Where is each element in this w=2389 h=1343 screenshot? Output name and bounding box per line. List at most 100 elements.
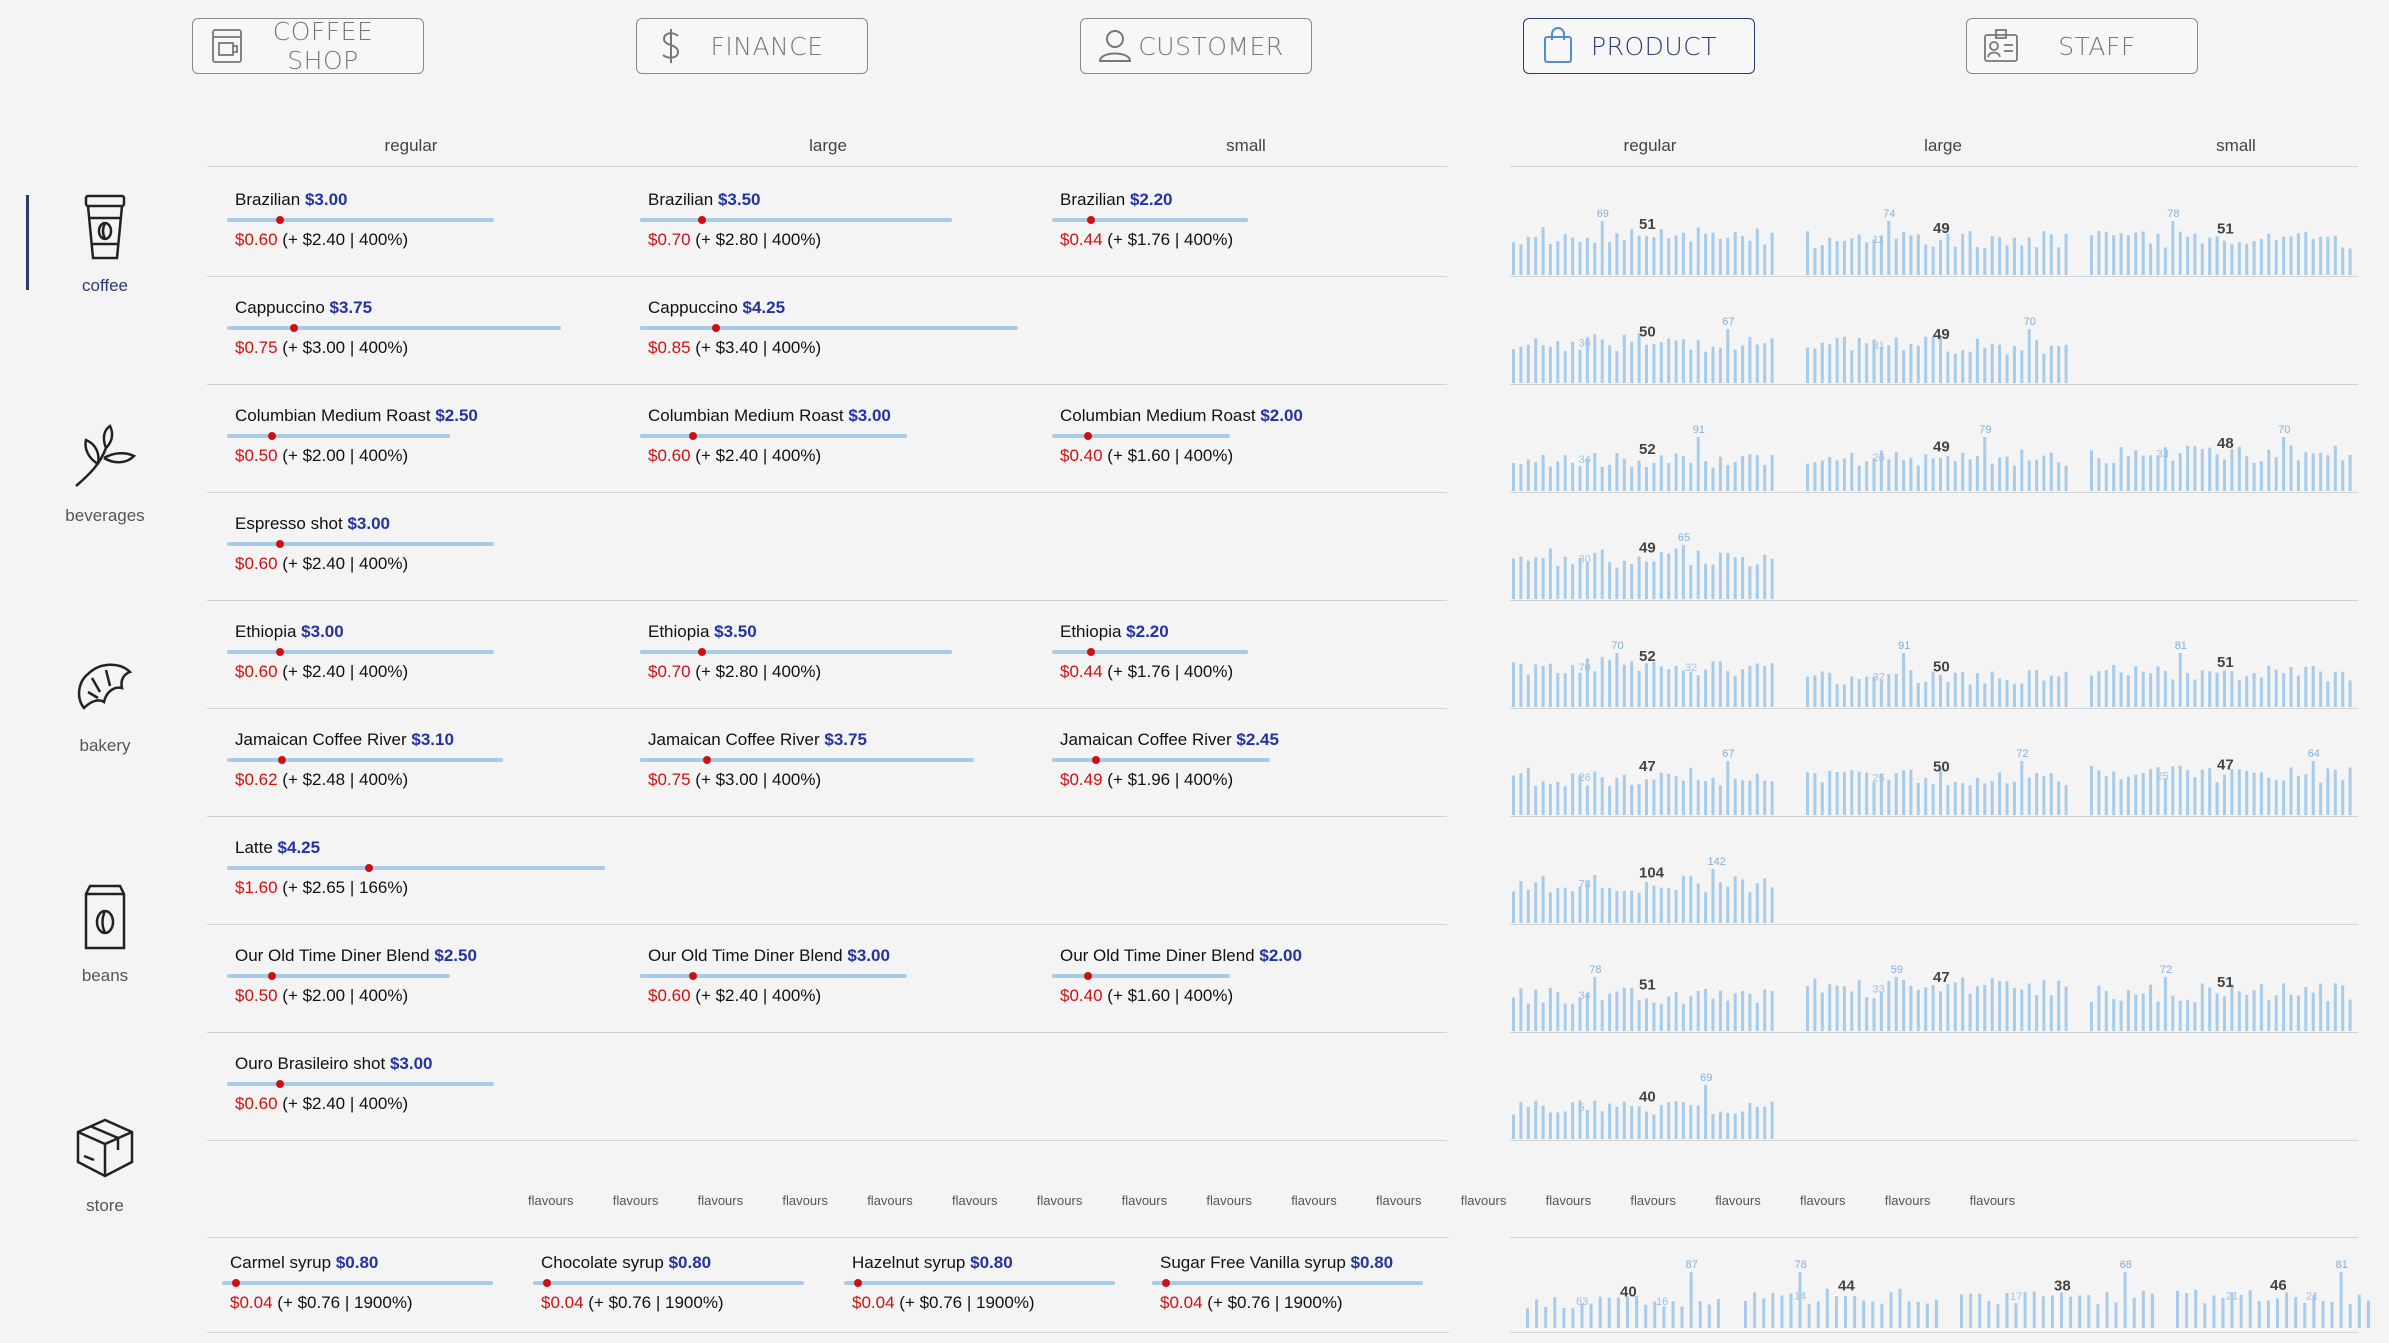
sidebar-item-coffee[interactable]: coffee	[50, 190, 160, 296]
product-cell[interactable]: Brazilian $2.20 $0.44 (+ $1.76 | 400%)	[1052, 190, 1440, 260]
product-cell[interactable]: Ethiopia $2.20 $0.44 (+ $1.76 | 400%)	[1052, 622, 1440, 692]
product-cell[interactable]: Ouro Brasileiro shot $3.00 $0.60 (+ $2.40…	[227, 1054, 615, 1124]
row-divider	[207, 1032, 1447, 1033]
product-margin: (+ $0.76 | 1900%)	[899, 1293, 1035, 1312]
sidebar-item-beans[interactable]: beans	[50, 880, 160, 986]
sparkline-bar	[1946, 785, 1950, 815]
sparkline-bar	[1711, 869, 1715, 923]
product-cell[interactable]: Jamaican Coffee River $2.45 $0.49 (+ $1.9…	[1052, 730, 1440, 800]
product-cell[interactable]: Cappuccino $3.75 $0.75 (+ $3.00 | 400%)	[227, 298, 615, 368]
sparkline-bar	[2042, 353, 2046, 383]
sparkline-bar	[1534, 338, 1538, 383]
product-cell[interactable]: Espresso shot $3.00 $0.60 (+ $2.40 | 400%…	[227, 514, 615, 584]
product-cost: $0.04	[230, 1293, 273, 1312]
product-cell[interactable]: Columbian Medium Roast $2.00 $0.40 (+ $1.…	[1052, 406, 1440, 476]
product-cell[interactable]: Columbian Medium Roast $2.50 $0.50 (+ $2.…	[227, 406, 615, 476]
sparkline-bar	[2134, 666, 2138, 707]
coffee-machine-icon	[207, 24, 247, 68]
nav-finance-button[interactable]: FINANCE	[636, 18, 868, 74]
sparkline-bar	[1907, 1301, 1911, 1328]
sparkline-bar	[1946, 455, 1950, 491]
sparkline-bar	[1541, 1105, 1545, 1139]
sparkline-bar	[2032, 1291, 2036, 1328]
product-cell[interactable]: Columbian Medium Roast $3.00 $0.60 (+ $2.…	[640, 406, 1028, 476]
sparkline-bar	[1544, 1306, 1548, 1328]
sparkline-bar	[1556, 1112, 1560, 1139]
product-cell[interactable]: Brazilian $3.50 $0.70 (+ $2.80 | 400%)	[640, 190, 1028, 260]
sparkline-bar	[1931, 336, 1935, 383]
sparkline-bar	[1961, 783, 1965, 815]
product-cell[interactable]: Sugar Free Vanilla syrup $0.80 $0.04 (+ $…	[1152, 1253, 1540, 1323]
cost-marker	[276, 216, 285, 224]
sparkline-bar	[2049, 995, 2053, 1031]
sparkline-bar	[1571, 341, 1575, 383]
sparkline-bar	[2035, 247, 2039, 275]
product-price: $3.75	[329, 298, 373, 317]
sparkline-bar	[2171, 766, 2175, 815]
sparkline-bar	[1696, 227, 1700, 275]
sparkline-bar	[1828, 344, 1832, 383]
sparkline-bar	[2296, 460, 2300, 491]
margin-line: $0.60 (+ $2.40 | 400%)	[235, 1094, 408, 1114]
product-cell[interactable]: Brazilian $3.00 $0.60 (+ $2.40 | 400%)	[227, 190, 615, 260]
sparkline-bar	[2163, 247, 2167, 275]
product-label: Ethiopia	[235, 622, 297, 641]
nav-label: CUSTOMER	[1138, 31, 1284, 61]
product-margin: (+ $2.40 | 400%)	[282, 1094, 409, 1113]
sparkline-bar	[1975, 986, 1979, 1031]
sparkline-bar	[2012, 237, 2016, 275]
sparkline-bar	[1872, 998, 1876, 1031]
sparkline-bar	[2171, 221, 2175, 275]
sidebar-item-store[interactable]: store	[50, 1110, 160, 1216]
sparkline-bar	[1667, 996, 1671, 1031]
sparkline-avg-label: 51	[1639, 216, 1656, 233]
nav-staff-button[interactable]: STAFF	[1966, 18, 2198, 74]
product-name: Our Old Time Diner Blend $2.00	[1060, 946, 1302, 966]
sparkline-bar	[2252, 990, 2256, 1031]
sparkline-bar	[1828, 770, 1832, 815]
sparkline-bar	[2248, 1290, 2252, 1328]
product-margin: (+ $2.40 | 400%)	[282, 662, 409, 681]
sparkline-avg-label: 51	[2217, 974, 2234, 991]
product-cell[interactable]: Jamaican Coffee River $3.10 $0.62 (+ $2.4…	[227, 730, 615, 800]
product-price: $2.20	[1129, 190, 1173, 209]
sparkline-bar	[2304, 774, 2308, 815]
sparkline-bar	[1842, 684, 1846, 707]
sparkline-bar	[1939, 240, 1942, 275]
sparkline-bar	[2326, 455, 2330, 491]
chart-row-divider	[1510, 924, 2358, 925]
sparkline-bar	[1741, 345, 1745, 383]
sparkline-bar	[1652, 237, 1656, 275]
sparkline-bar	[1871, 1301, 1875, 1328]
nav-customer-button[interactable]: CUSTOMER	[1080, 18, 1312, 74]
product-price: $4.25	[277, 838, 321, 857]
sparkline-bar	[1902, 350, 1906, 383]
sparkline-bar	[1593, 452, 1597, 491]
sparkline-bar	[1681, 670, 1685, 707]
product-cell[interactable]: Ethiopia $3.00 $0.60 (+ $2.40 | 400%)	[227, 622, 615, 692]
sparkline-bar	[2200, 983, 2204, 1031]
price-bar	[227, 974, 450, 978]
product-cost: $0.70	[648, 230, 691, 249]
product-margin: (+ $2.40 | 400%)	[695, 446, 822, 465]
product-cell[interactable]: Our Old Time Diner Blend $2.00 $0.40 (+ $…	[1052, 946, 1440, 1016]
sparkline-bar	[1659, 887, 1663, 923]
product-cell[interactable]: Our Old Time Diner Blend $2.50 $0.50 (+ $…	[227, 946, 615, 1016]
sparkline-max-label: 78	[2167, 208, 2179, 220]
product-name: Our Old Time Diner Blend $3.00	[648, 946, 890, 966]
sidebar-item-bakery[interactable]: bakery	[50, 650, 160, 756]
sparkline-bar	[2178, 453, 2182, 491]
sparkline-bar	[1865, 997, 1869, 1031]
sidebar-item-beverages[interactable]: beverages	[50, 420, 160, 526]
product-cell[interactable]: Ethiopia $3.50 $0.70 (+ $2.80 | 400%)	[640, 622, 1028, 692]
product-cell[interactable]: Our Old Time Diner Blend $3.00 $0.60 (+ $…	[640, 946, 1028, 1016]
sparkline-bar	[1608, 464, 1612, 491]
sparkline-max-label: 91	[1693, 424, 1705, 436]
sparkline-bar	[1916, 783, 1920, 815]
nav-coffee-shop-button[interactable]: COFFEE SHOP	[192, 17, 424, 75]
product-cell[interactable]: Latte $4.25 $1.60 (+ $2.65 | 166%)	[227, 838, 615, 908]
nav-product-button[interactable]: PRODUCT	[1523, 18, 1755, 74]
sparkline-bar	[2064, 671, 2068, 707]
product-cell[interactable]: Jamaican Coffee River $3.75 $0.75 (+ $3.0…	[640, 730, 1028, 800]
product-cell[interactable]: Cappuccino $4.25 $0.85 (+ $3.40 | 400%)	[640, 298, 1028, 368]
